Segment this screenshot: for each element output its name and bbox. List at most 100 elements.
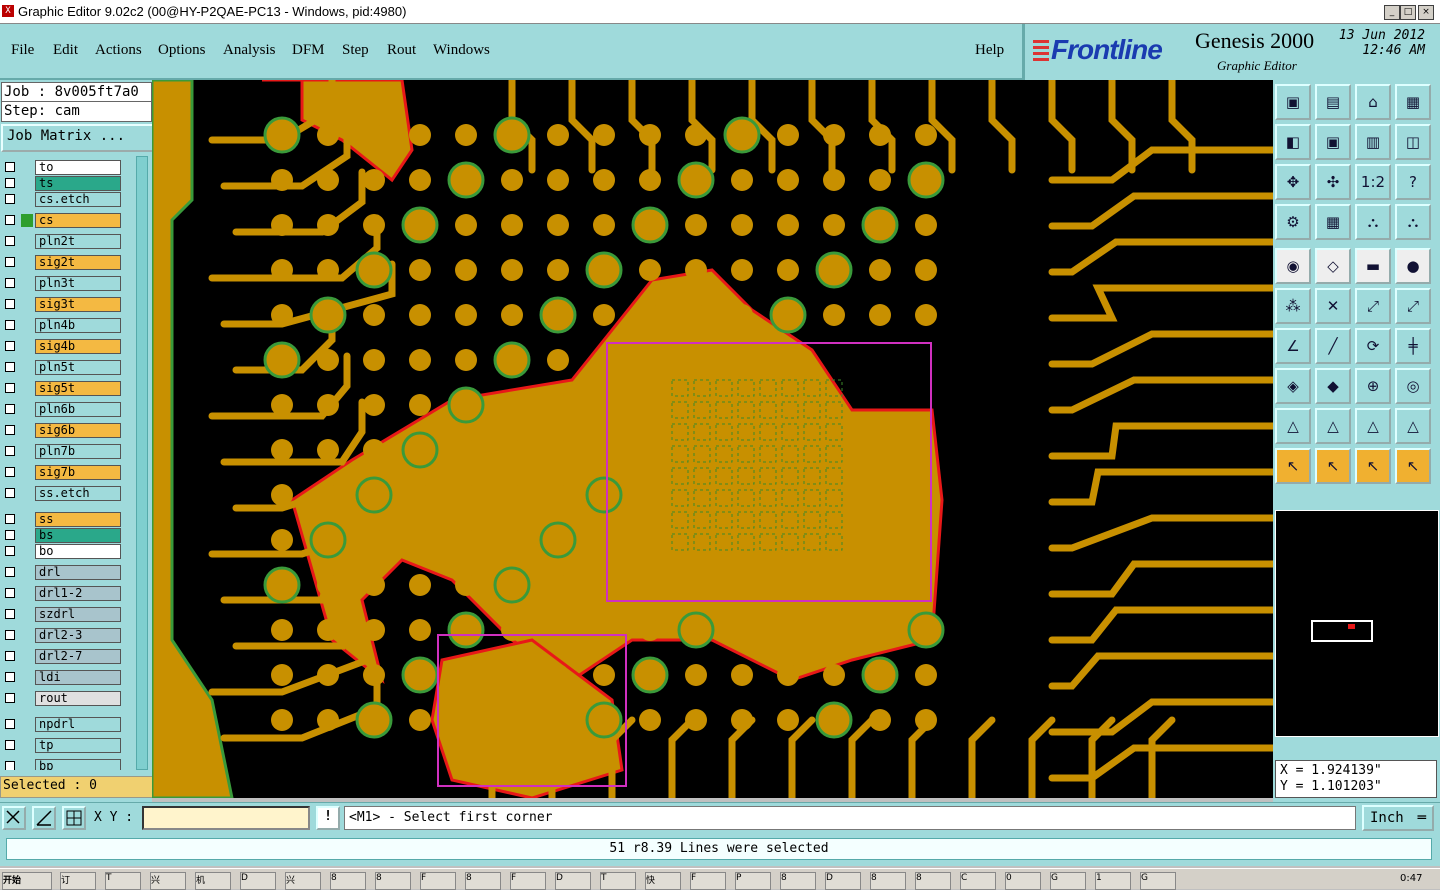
tool-button-36[interactable]: △: [1395, 408, 1431, 444]
layer-row-sig6b[interactable]: sig6b: [2, 423, 122, 438]
taskbar-button[interactable]: 兴: [150, 872, 186, 890]
layer-row-rout[interactable]: rout: [2, 691, 122, 706]
layer-name[interactable]: pln2t: [35, 234, 121, 249]
layer-name[interactable]: sig5t: [35, 381, 121, 396]
layer-checkbox[interactable]: [5, 341, 15, 351]
tool-button-14[interactable]: ▦: [1315, 204, 1351, 240]
tool-button-17[interactable]: ◉: [1275, 248, 1311, 284]
layer-name[interactable]: sig4b: [35, 339, 121, 354]
layer-checkbox[interactable]: [5, 299, 15, 309]
taskbar-button[interactable]: 8: [465, 872, 501, 890]
menu-file[interactable]: File: [11, 42, 34, 59]
layer-row-sig2t[interactable]: sig2t: [2, 255, 122, 270]
layer-row-bo[interactable]: bo: [2, 544, 122, 559]
tool-button-27[interactable]: ⟳: [1355, 328, 1391, 364]
layer-name[interactable]: bp: [35, 759, 121, 770]
tool-button-11[interactable]: 1:2: [1355, 164, 1391, 200]
layer-checkbox[interactable]: [5, 530, 15, 540]
tool-button-9[interactable]: ✥: [1275, 164, 1311, 200]
menu-analysis[interactable]: Analysis: [223, 42, 276, 59]
layer-row-ts[interactable]: ts: [2, 176, 122, 191]
layer-name[interactable]: drl: [35, 565, 121, 580]
layer-checkbox[interactable]: [5, 488, 15, 498]
layer-checkbox[interactable]: [5, 761, 15, 770]
tool-button-4[interactable]: ▦: [1395, 84, 1431, 120]
layer-checkbox[interactable]: [5, 446, 15, 456]
layer-checkbox[interactable]: [5, 546, 15, 556]
tool-button-40[interactable]: ↖: [1395, 448, 1431, 484]
taskbar-button[interactable]: 8: [375, 872, 411, 890]
layer-checkbox[interactable]: [5, 672, 15, 682]
tool-button-12[interactable]: ?: [1395, 164, 1431, 200]
close-button[interactable]: ×: [1418, 5, 1434, 20]
tool-button-20[interactable]: ●: [1395, 248, 1431, 284]
tool-button-33[interactable]: △: [1275, 408, 1311, 444]
layer-checkbox[interactable]: [5, 467, 15, 477]
taskbar-button[interactable]: F: [510, 872, 546, 890]
taskbar-button[interactable]: D: [240, 872, 276, 890]
taskbar-button[interactable]: T: [105, 872, 141, 890]
layer-checkbox[interactable]: [5, 178, 15, 188]
tool-button-29[interactable]: ◈: [1275, 368, 1311, 404]
tool-button-28[interactable]: ╪: [1395, 328, 1431, 364]
layer-row-ss[interactable]: ss: [2, 512, 122, 527]
layer-checkbox[interactable]: [5, 651, 15, 661]
tool-button-21[interactable]: ⁂: [1275, 288, 1311, 324]
layer-name[interactable]: pln3t: [35, 276, 121, 291]
menu-actions[interactable]: Actions: [95, 42, 142, 59]
taskbar-button[interactable]: C: [960, 872, 996, 890]
taskbar-button[interactable]: D: [825, 872, 861, 890]
layer-name[interactable]: ts: [35, 176, 121, 191]
taskbar-button[interactable]: 1: [1095, 872, 1131, 890]
menu-step[interactable]: Step: [342, 42, 369, 59]
layer-checkbox[interactable]: [5, 404, 15, 414]
layer-checkbox[interactable]: [5, 719, 15, 729]
layer-row-pln4b[interactable]: pln4b: [2, 318, 122, 333]
layer-row-cs[interactable]: cs: [2, 213, 122, 228]
taskbar-button[interactable]: 8: [780, 872, 816, 890]
taskbar-button[interactable]: 兴: [285, 872, 321, 890]
layer-checkbox[interactable]: [5, 278, 15, 288]
layer-checkbox[interactable]: [5, 567, 15, 577]
tool-button-32[interactable]: ◎: [1395, 368, 1431, 404]
tool-button-31[interactable]: ⊕: [1355, 368, 1391, 404]
layer-name[interactable]: sig2t: [35, 255, 121, 270]
layer-row-szdrl[interactable]: szdrl: [2, 607, 122, 622]
layer-row-sig5t[interactable]: sig5t: [2, 381, 122, 396]
layer-row-pln5t[interactable]: pln5t: [2, 360, 122, 375]
layer-name[interactable]: drl2-7: [35, 649, 121, 664]
layer-checkbox[interactable]: [5, 630, 15, 640]
layer-name[interactable]: pln4b: [35, 318, 121, 333]
layer-checkbox[interactable]: [5, 693, 15, 703]
taskbar-button[interactable]: 8: [915, 872, 951, 890]
tool-button-25[interactable]: ∠: [1275, 328, 1311, 364]
layer-row-sig4b[interactable]: sig4b: [2, 339, 122, 354]
tool-button-10[interactable]: ✣: [1315, 164, 1351, 200]
layer-name[interactable]: rout: [35, 691, 121, 706]
app-icon[interactable]: X: [2, 5, 14, 17]
tool-button-26[interactable]: ╱: [1315, 328, 1351, 364]
layer-name[interactable]: sig6b: [35, 423, 121, 438]
layer-checkbox[interactable]: [5, 162, 15, 172]
layer-row-cs-etch[interactable]: cs.etch: [2, 192, 122, 207]
tool-button-7[interactable]: ▥: [1355, 124, 1391, 160]
taskbar-button[interactable]: 订: [60, 872, 96, 890]
taskbar-button[interactable]: F: [420, 872, 456, 890]
layer-checkbox[interactable]: [5, 194, 15, 204]
layer-name[interactable]: sig7b: [35, 465, 121, 480]
layer-row-drl[interactable]: drl: [2, 565, 122, 580]
taskbar-button[interactable]: D: [555, 872, 591, 890]
tool-button-2[interactable]: ▤: [1315, 84, 1351, 120]
menu-dfm[interactable]: DFM: [292, 42, 325, 59]
tool-button-15[interactable]: ⛬: [1355, 204, 1391, 240]
layer-checkbox[interactable]: [5, 257, 15, 267]
layer-name[interactable]: ldi: [35, 670, 121, 685]
menu-help[interactable]: Help: [975, 42, 1004, 59]
layer-checkbox[interactable]: [5, 588, 15, 598]
layer-row-npdrl[interactable]: npdrl: [2, 717, 122, 732]
layer-name[interactable]: drl1-2: [35, 586, 121, 601]
layer-name[interactable]: pln5t: [35, 360, 121, 375]
tool-button-6[interactable]: ▣: [1315, 124, 1351, 160]
tool-button-22[interactable]: ✕: [1315, 288, 1351, 324]
layer-checkbox[interactable]: [5, 740, 15, 750]
